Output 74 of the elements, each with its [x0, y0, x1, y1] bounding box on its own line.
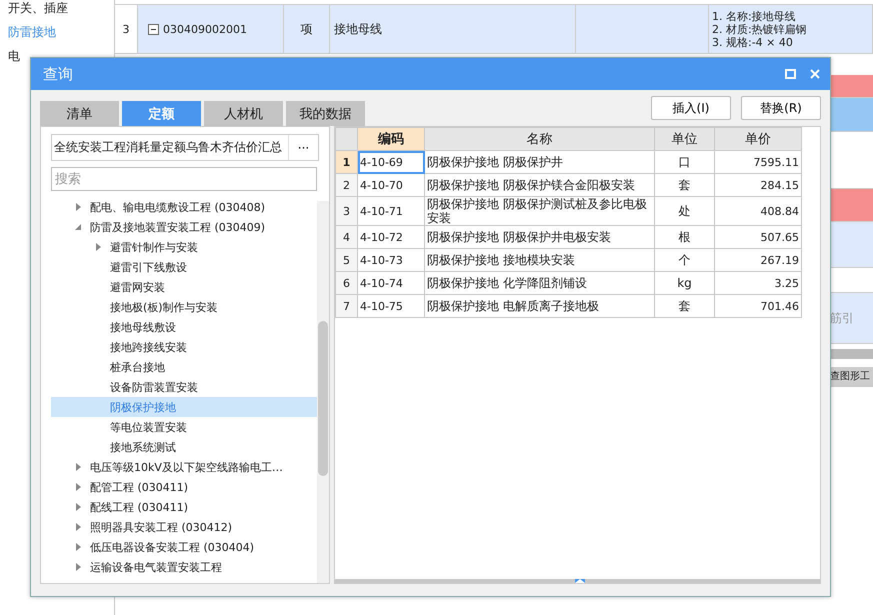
feature-line: 3. 规格:-4 × 40 — [712, 36, 793, 48]
table-cell: 408.84 — [714, 196, 802, 226]
feature-line: 1. 名称:接地母线 — [712, 10, 796, 22]
table-cell: 267.19 — [714, 248, 802, 272]
tree-item[interactable]: 配管工程 (030411) — [51, 477, 317, 497]
table-cell: 4-10-70 — [358, 174, 424, 196]
tab[interactable]: 清单 — [40, 101, 119, 126]
grid-row-strip: 筋引 — [830, 293, 873, 344]
column-header[interactable]: 单价 — [714, 128, 802, 150]
table-cell: 阴极保护接地 阴极保护井电极安装 — [424, 226, 654, 248]
table-cell: 4-10-72 — [358, 226, 424, 248]
dialog-title: 查询 — [43, 64, 73, 84]
row-number: 6 — [336, 272, 358, 294]
tree-item[interactable]: 避雷针制作与安装 — [51, 237, 317, 257]
feature-line: 2. 材质:热镀锌扁钢 — [712, 22, 807, 36]
table-cell: 3.25 — [714, 272, 802, 294]
table-cell: 项 — [284, 5, 330, 53]
table-cell: 阴极保护接地 电解质离子接地极 — [424, 294, 654, 318]
tab[interactable]: 我的数据 — [286, 101, 365, 126]
table-cell: 507.65 — [714, 226, 802, 248]
search-field[interactable]: 搜索 — [51, 167, 317, 191]
tree-item[interactable]: 等电位装置安装 — [51, 417, 317, 437]
table-cell: 套 — [654, 294, 714, 318]
row-number: 3 — [336, 196, 358, 226]
tree-item[interactable]: 避雷网安装 — [51, 277, 317, 297]
row-number: 7 — [336, 294, 358, 318]
table-cell: 4-10-71 — [358, 196, 424, 226]
table-cell: 4-10-73 — [358, 248, 424, 272]
tree-item[interactable]: 设备防雷装置安装 — [51, 377, 317, 397]
tree-item[interactable]: 电压等级10kV及以下架空线路输电工… — [51, 457, 317, 477]
table-cell: 701.46 — [714, 294, 802, 318]
table-cell: 套 — [654, 174, 714, 196]
tree-item[interactable]: 接地母线敷设 — [51, 317, 317, 337]
tree-item[interactable]: 低压电器设备安装工程 (030404) — [51, 537, 317, 557]
tree-item[interactable]: 避雷引下线敷设 — [51, 257, 317, 277]
table-cell: 阴极保护接地 接地模块安装 — [424, 248, 654, 272]
table-cell: 284.15 — [714, 174, 802, 196]
table-cell: 4-10-75 — [358, 294, 424, 318]
tree-item[interactable]: 防雷及接地装置安装工程 (030409) — [51, 217, 317, 237]
tree-item[interactable]: 接地跨接线安装 — [51, 337, 317, 357]
tree-item[interactable]: 桩承台接地 — [51, 357, 317, 377]
row-number: 4 — [336, 226, 358, 248]
sidebar-item[interactable]: 开关、插座 — [0, 0, 114, 24]
tree-item[interactable]: 照明器具安装工程 (030412) — [51, 517, 317, 537]
table-cell: 个 — [654, 248, 714, 272]
tree-item[interactable]: 运输设备电气装置安装工程 — [51, 557, 317, 577]
row-number: 1 — [336, 150, 358, 174]
row-number: 3 — [115, 5, 138, 53]
table-cell: 根 — [654, 226, 714, 248]
table-cell: 阴极保护接地 阴极保护镁合金阳极安装 — [424, 174, 654, 196]
table-cell: kg — [654, 272, 714, 294]
bottom-tab[interactable]: 查图形工 — [830, 367, 873, 387]
tree-item[interactable]: 配线工程 (030411) — [51, 497, 317, 517]
action-button[interactable]: 替换(R) — [741, 96, 821, 120]
table-cell: 030409002001 — [163, 22, 247, 36]
column-header[interactable]: 单位 — [654, 128, 714, 150]
table-cell: 4-10-74 — [358, 272, 424, 294]
table-cell: 口 — [654, 150, 714, 174]
tree-item[interactable]: 接地极(板)制作与安装 — [51, 297, 317, 317]
tree-item[interactable]: 配电、输电电缆敷设工程 (030408) — [51, 197, 317, 217]
row-number: 2 — [336, 174, 358, 196]
table-cell: 接地母线 — [330, 5, 576, 53]
row-number: 5 — [336, 248, 358, 272]
table-cell: 4-10-69 — [358, 150, 424, 174]
table-cell: 7595.11 — [714, 150, 802, 174]
tree-item[interactable]: 接地系统测试 — [51, 437, 317, 457]
table-cell: 阴极保护接地 阴极保护井 — [424, 150, 654, 174]
action-button[interactable]: 插入(I) — [651, 96, 731, 120]
table-cell: 阴极保护接地 阴极保护测试桩及参比电极安装 — [424, 196, 654, 226]
column-header[interactable]: 编码 — [358, 128, 424, 150]
table-cell: 阴极保护接地 化学降阻剂铺设 — [424, 272, 654, 294]
table-cell: 处 — [654, 196, 714, 226]
column-header[interactable]: 名称 — [424, 128, 654, 150]
tab[interactable]: 人材机 — [204, 101, 283, 126]
